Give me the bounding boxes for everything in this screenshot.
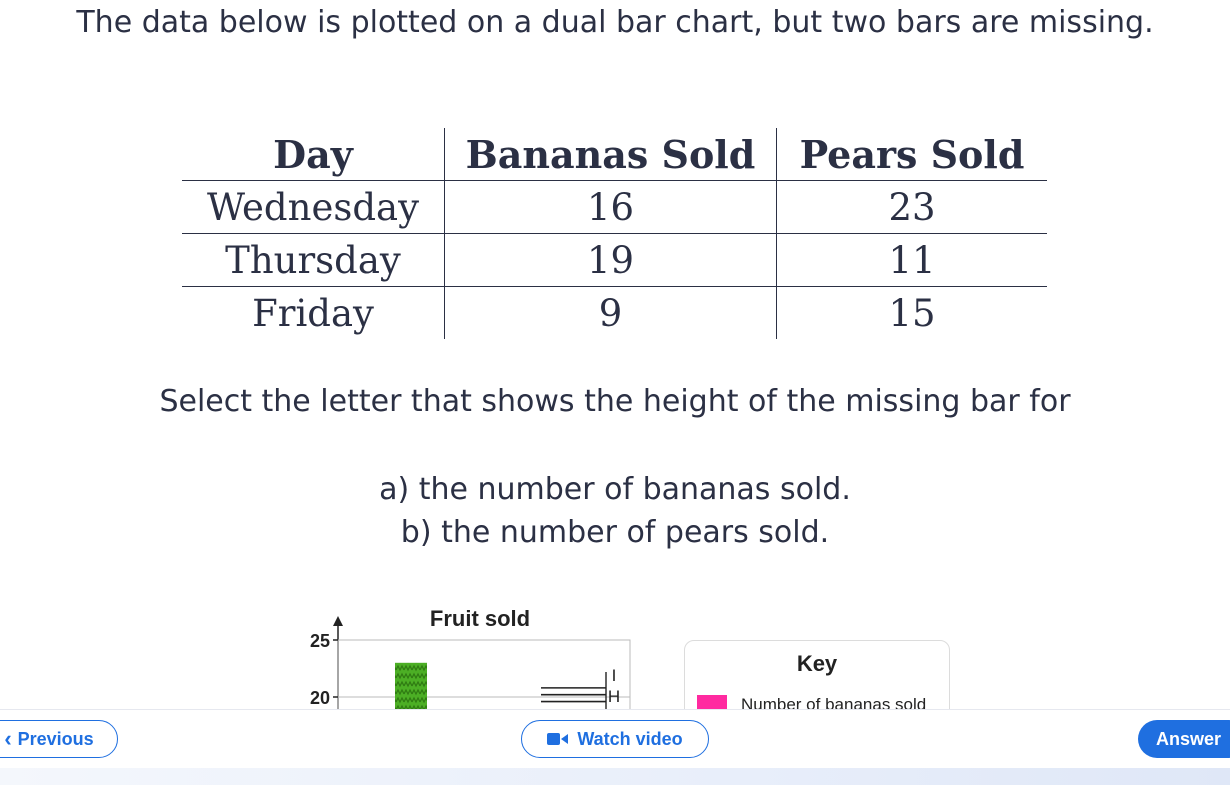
- table-row: Wednesday 16 23: [182, 180, 1047, 234]
- table-cell-day: Friday: [182, 286, 445, 339]
- key-title: Key: [796, 651, 838, 676]
- bar-wednesday-pears: [395, 662, 427, 710]
- table-row: Thursday 19 11: [182, 233, 1047, 287]
- question-part-a: a) the number of bananas sold.: [379, 472, 851, 507]
- y-tick-label: 25: [310, 631, 330, 651]
- option-label-i[interactable]: I: [612, 666, 617, 685]
- watch-video-label: Watch video: [577, 728, 683, 749]
- table-row: Friday 9 15: [182, 286, 1047, 339]
- table-cell-pears: 11: [776, 233, 1047, 287]
- chart-title: Fruit sold: [430, 606, 530, 631]
- table-cell-pears: 15: [776, 286, 1047, 339]
- table-cell-pears: 23: [776, 180, 1047, 234]
- table-cell-bananas: 19: [444, 233, 777, 287]
- table-cell-bananas: 9: [444, 286, 777, 339]
- chevron-left-icon: ‹: [4, 726, 12, 751]
- bottom-stripe: [0, 768, 1230, 785]
- select-instruction: Select the letter that shows the height …: [159, 384, 1071, 419]
- plot-frame: [337, 639, 631, 710]
- video-camera-icon: [547, 733, 569, 745]
- header-pears-sold: Pears Sold: [776, 128, 1047, 181]
- y-axis-arrow-icon: [333, 616, 343, 626]
- y-tick-label: 20: [310, 688, 330, 708]
- header-day: Day: [182, 128, 445, 181]
- data-table: Day Bananas Sold Pears Sold Wednesday 16…: [182, 128, 1047, 339]
- table-cell-bananas: 16: [444, 180, 777, 234]
- answer-label: Answer: [1156, 728, 1222, 749]
- question-part-b: b) the number of pears sold.: [400, 515, 830, 550]
- watch-video-button[interactable]: Watch video: [521, 720, 709, 758]
- table-cell-day: Wednesday: [182, 180, 445, 234]
- previous-button[interactable]: ‹ Previous: [0, 720, 118, 758]
- question-intro: The data below is plotted on a dual bar …: [76, 5, 1154, 40]
- fruit-sold-chart: Fruit sold 25 20 IH: [310, 606, 631, 710]
- previous-label: Previous: [17, 728, 94, 749]
- answer-button[interactable]: Answer: [1138, 720, 1230, 758]
- table-header-row: Day Bananas Sold Pears Sold: [182, 128, 1047, 181]
- option-label-h[interactable]: H: [608, 687, 620, 706]
- table-cell-day: Thursday: [182, 233, 445, 287]
- header-bananas-sold: Bananas Sold: [444, 128, 777, 181]
